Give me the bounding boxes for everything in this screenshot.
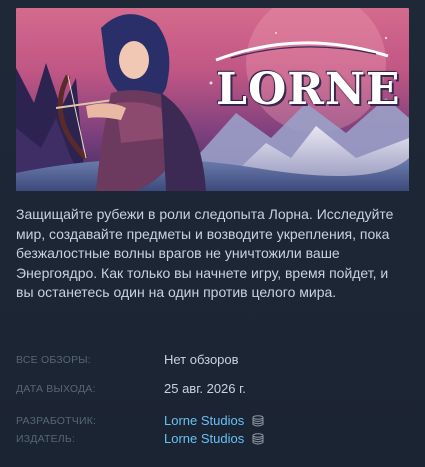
reviews-label: ВСЕ ОБЗОРЫ: [16, 354, 91, 366]
reviews-value: Нет обзоров [164, 352, 239, 367]
game-info-panel: LORNE Защищайте рубежи в роли следопыта … [0, 0, 425, 467]
publisher-label: ИЗДАТЕЛЬ: [16, 433, 76, 445]
stack-icon[interactable] [252, 415, 264, 430]
developer-label: РАЗРАБОТЧИК: [16, 415, 97, 427]
release-date-value: 25 авг. 2026 г. [164, 381, 246, 396]
publisher-value-wrap: Lorne Studios [164, 431, 264, 448]
developer-link[interactable]: Lorne Studios [164, 413, 244, 428]
developer-value-wrap: Lorne Studios [164, 413, 264, 430]
game-logo: LORNE [216, 64, 401, 115]
publisher-link[interactable]: Lorne Studios [164, 431, 244, 446]
release-date-label: ДАТА ВЫХОДА: [16, 383, 96, 395]
game-header-capsule[interactable]: LORNE [16, 8, 409, 191]
stack-icon[interactable] [252, 433, 264, 448]
game-description: Защищайте рубежи в роли следопыта Лорна.… [16, 206, 394, 300]
